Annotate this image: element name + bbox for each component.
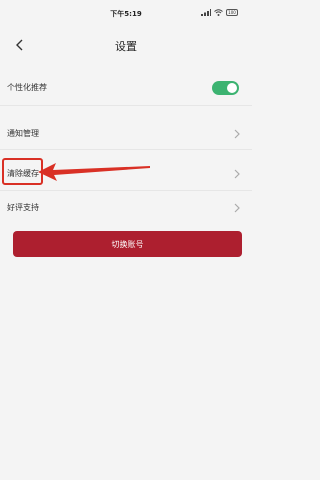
- switch-account-button[interactable]: 切换账号: [13, 231, 242, 257]
- personalized-recommendation-toggle[interactable]: [212, 81, 239, 95]
- divider: [0, 190, 252, 191]
- nav-bar: 设置: [0, 28, 252, 64]
- settings-item-label: 好评支持: [7, 203, 39, 212]
- chevron-right-icon: [234, 169, 240, 179]
- settings-item-rating-support[interactable]: 好评支持: [0, 193, 252, 223]
- status-bar: 下午5:19 100: [0, 0, 252, 28]
- personalized-recommendation-label: 个性化推荐: [7, 83, 47, 92]
- annotation-highlight-box: [2, 158, 43, 185]
- settings-item-notification[interactable]: 通知管理: [0, 119, 252, 149]
- annotation-arrow-icon: [38, 163, 150, 181]
- divider: [0, 149, 252, 150]
- toggle-knob: [227, 83, 237, 93]
- status-icons: 100: [201, 9, 238, 16]
- wifi-icon: [214, 9, 223, 16]
- chevron-right-icon: [234, 129, 240, 139]
- battery-icon: 100: [226, 9, 238, 16]
- settings-item-label: 通知管理: [7, 129, 39, 138]
- personalized-recommendation-row: 个性化推荐: [0, 73, 252, 103]
- signal-icon: [201, 9, 211, 16]
- chevron-right-icon: [234, 203, 240, 213]
- page-title: 设置: [115, 40, 137, 53]
- divider: [0, 105, 252, 106]
